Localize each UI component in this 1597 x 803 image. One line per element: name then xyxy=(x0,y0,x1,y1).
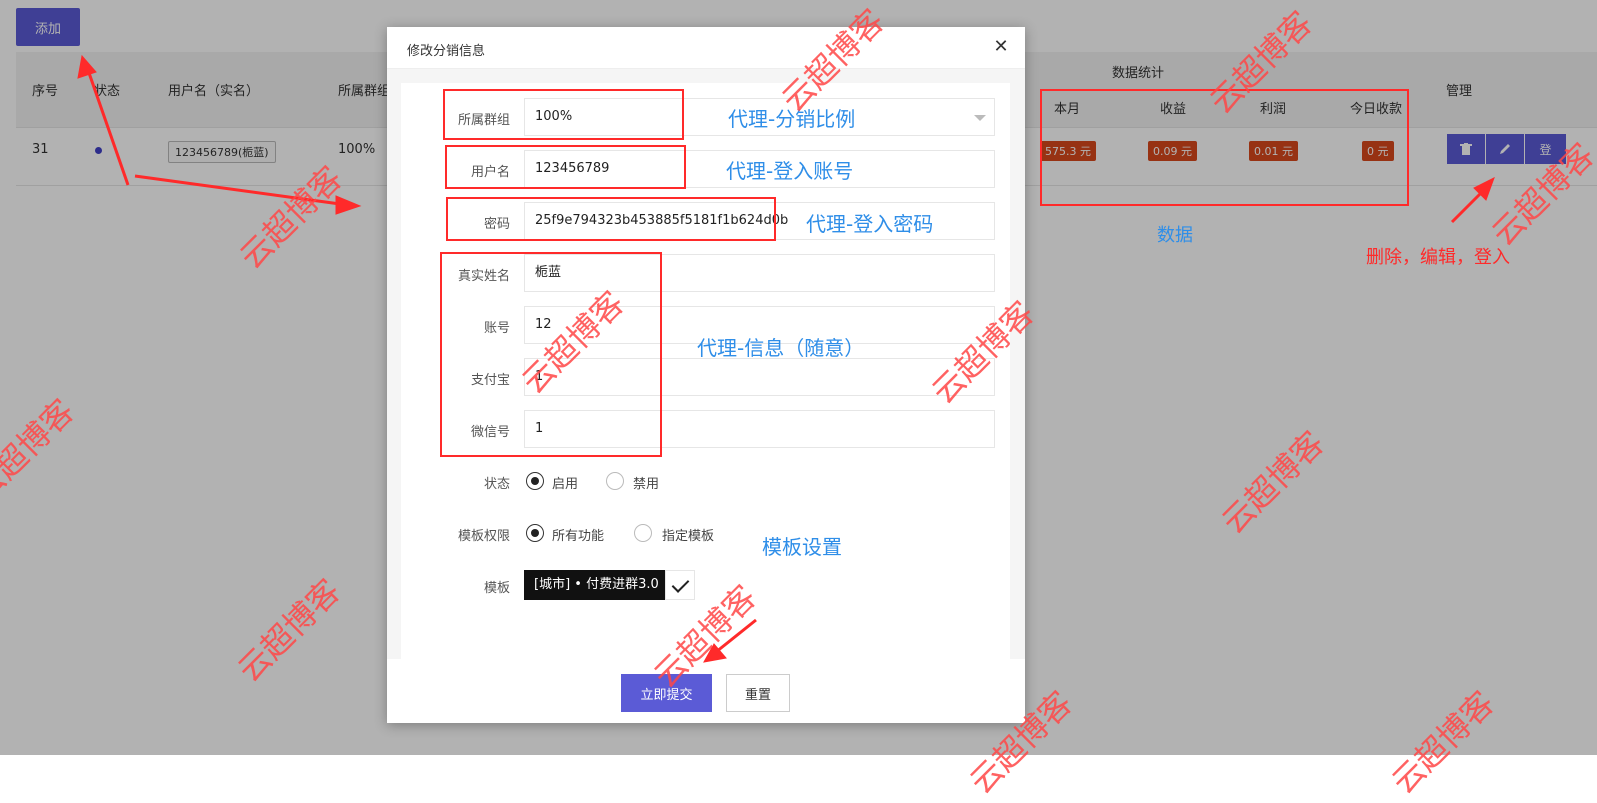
username-highlight-box xyxy=(445,145,686,189)
password-highlight-box xyxy=(446,197,776,241)
password-note: 代理-登入密码 xyxy=(806,212,934,236)
status-disabled-text: 禁用 xyxy=(633,477,660,492)
chevron-down-icon xyxy=(974,115,986,121)
status-label: 状态 xyxy=(483,477,510,492)
status-enabled-text: 启用 xyxy=(552,477,579,492)
page: 添加 序号 状态 用户名（实名） 所属群组 数据统计 本月 收益 利润 今日收款… xyxy=(0,0,1597,801)
dialog-header: 修改分销信息 ✕ xyxy=(387,27,1025,69)
check-icon[interactable] xyxy=(665,570,695,600)
dialog-title: 修改分销信息 xyxy=(407,44,486,59)
status-enabled-radio[interactable] xyxy=(526,472,544,490)
status-disabled-radio[interactable] xyxy=(606,472,624,490)
info-highlight-box xyxy=(440,252,662,457)
template-tag[interactable]: [城市] • 付费进群3.0 xyxy=(524,570,669,600)
data-note: 数据 xyxy=(1157,225,1193,246)
perm-specific-radio[interactable] xyxy=(634,524,652,542)
perm-label: 模板权限 xyxy=(457,529,510,544)
actions-note: 删除，编辑，登入 xyxy=(1366,247,1510,268)
submit-button[interactable]: 立即提交 xyxy=(621,674,712,712)
close-icon[interactable]: ✕ xyxy=(991,37,1011,57)
template-label: 模板 xyxy=(483,581,510,596)
group-note: 代理-分销比例 xyxy=(728,107,856,131)
username-note: 代理-登入账号 xyxy=(726,159,854,183)
stats-highlight-box xyxy=(1040,89,1409,206)
perm-specific-text: 指定模板 xyxy=(662,529,715,544)
perm-all-text: 所有功能 xyxy=(552,529,605,544)
dialog-footer: 立即提交 重置 xyxy=(387,659,1025,723)
template-note: 模板设置 xyxy=(762,535,842,559)
reset-button[interactable]: 重置 xyxy=(726,674,790,712)
group-highlight-box xyxy=(443,89,684,140)
perm-all-radio[interactable] xyxy=(526,524,544,542)
info-note: 代理-信息（随意） xyxy=(697,336,865,360)
